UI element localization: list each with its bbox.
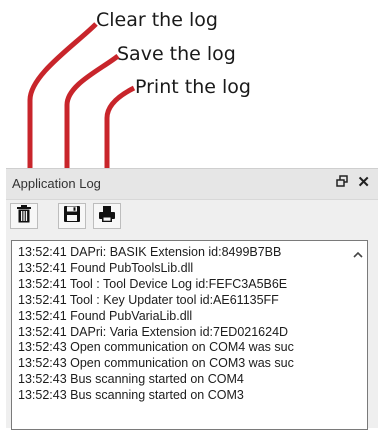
log-line: 13:52:43 Bus scanning started on COM4	[18, 372, 244, 387]
log-toolbar	[6, 200, 378, 232]
log-line: 13:52:41 Tool : Key Updater tool id:AE61…	[18, 292, 279, 307]
scroll-up-arrow-icon[interactable]	[351, 248, 365, 260]
log-output[interactable]: 13:52:41 DAPri: BASIK Extension id:8499B…	[11, 240, 368, 430]
log-lines: 13:52:41 DAPri: BASIK Extension id:8499B…	[18, 245, 349, 404]
log-line: 13:52:41 Tool : Tool Device Log id:FEFC3…	[18, 276, 288, 291]
panel-titlebar: Application Log ✕	[6, 169, 378, 200]
clear-log-button[interactable]	[10, 203, 38, 229]
callout-save-log: Save the log	[117, 43, 236, 65]
log-line: 13:52:41 Found PubVariaLib.dll	[18, 308, 193, 323]
trash-icon	[16, 204, 32, 228]
log-line: 13:52:41 DAPri: BASIK Extension id:8499B…	[18, 245, 282, 259]
printer-icon	[98, 205, 116, 228]
panel-title: Application Log	[12, 176, 101, 191]
log-line: 13:52:41 Found PubToolsLib.dll	[18, 260, 194, 275]
log-line: 13:52:43 Open communication on COM3 was …	[18, 356, 294, 371]
save-log-button[interactable]	[58, 203, 86, 229]
floppy-disk-icon	[63, 205, 81, 228]
close-icon[interactable]: ✕	[357, 173, 370, 191]
arrow-clear	[20, 22, 98, 202]
print-log-button[interactable]	[93, 203, 121, 229]
log-line: 13:52:43 Bus scanning started on COM3	[18, 388, 244, 403]
callout-clear-log: Clear the log	[96, 9, 218, 31]
application-log-panel: Application Log ✕ 13:52:41 DAPri: BASIK …	[6, 168, 378, 430]
float-window-icon[interactable]	[336, 175, 348, 190]
callout-print-log: Print the log	[135, 76, 251, 98]
log-line: 13:52:43 Open communication on COM4 was …	[18, 340, 294, 355]
log-line: 13:52:41 DAPri: Varia Extension id:7ED02…	[18, 324, 289, 339]
